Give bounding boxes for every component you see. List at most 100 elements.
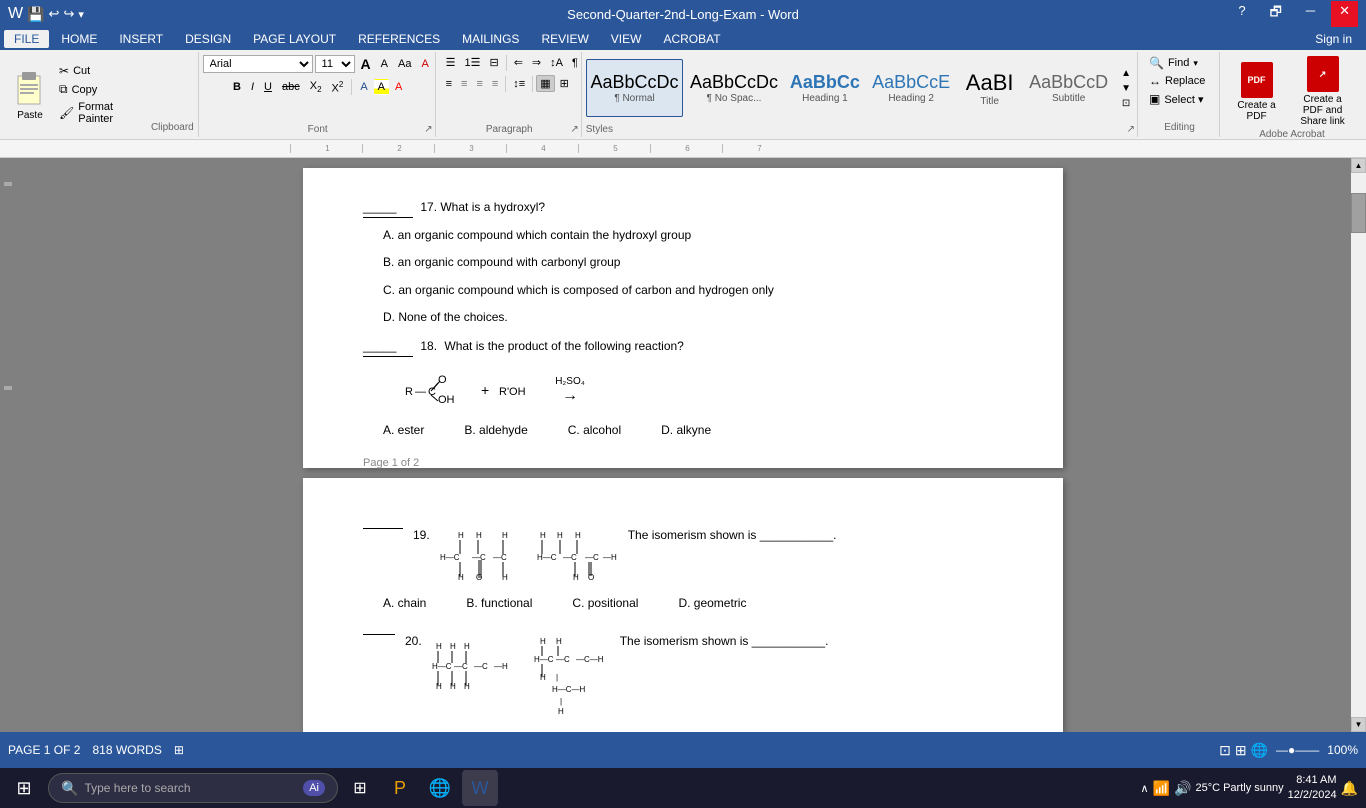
styles-scroll-down[interactable]: ▼: [1117, 81, 1135, 96]
style-normal[interactable]: AaBbCcDc ¶ Normal: [586, 59, 683, 117]
share-link-btn[interactable]: ↗ Create a PDF and Share link: [1289, 54, 1356, 129]
scroll-track[interactable]: [1351, 173, 1366, 717]
scroll-thumb[interactable]: [1351, 193, 1366, 233]
word-taskbar-icon[interactable]: W: [462, 770, 498, 806]
font-shrink-btn[interactable]: A: [377, 56, 392, 72]
start-button[interactable]: ⊞: [4, 768, 44, 808]
font-grow-btn[interactable]: A: [357, 54, 375, 74]
scroll-up-btn[interactable]: ▲: [1351, 158, 1366, 173]
title-bar: W 💾 ↩ ↪ ▾ Second-Quarter-2nd-Long-Exam -…: [0, 0, 1366, 28]
help-btn[interactable]: ?: [1230, 1, 1253, 27]
layout-icon[interactable]: ⊞: [174, 743, 184, 757]
subscript-btn[interactable]: X2: [306, 78, 326, 96]
style-no-spacing[interactable]: AaBbCcDc ¶ No Spac...: [685, 59, 782, 117]
increase-indent-btn[interactable]: ⇒: [528, 54, 545, 71]
align-left-btn[interactable]: ≡: [442, 76, 456, 92]
print-layout-btn[interactable]: ⊡: [1219, 742, 1231, 759]
show-marks-btn[interactable]: ¶: [568, 55, 582, 71]
tab-home[interactable]: HOME: [51, 30, 107, 48]
paste-button[interactable]: Paste: [8, 66, 52, 123]
align-right-btn[interactable]: ≡: [472, 76, 486, 92]
svg-text:H: H: [476, 531, 482, 540]
tab-design[interactable]: DESIGN: [175, 30, 241, 48]
web-layout-btn[interactable]: 🌐: [1251, 742, 1268, 759]
time-display[interactable]: 8:41 AM 12/2/2024: [1288, 773, 1337, 804]
style-heading1[interactable]: AaBbCc Heading 1: [785, 59, 865, 117]
q19-mol1: HH H—C —C —C O HHH: [438, 528, 523, 588]
sign-in-btn[interactable]: Sign in: [1305, 30, 1362, 48]
align-center-btn[interactable]: ≡: [457, 76, 471, 92]
copy-button[interactable]: ⧉ Copy: [56, 81, 147, 98]
plus-sign: +: [481, 382, 489, 398]
justify-btn[interactable]: ≡: [488, 76, 502, 92]
find-btn[interactable]: 🔍 Find ▾: [1146, 54, 1213, 72]
task-view-btn[interactable]: ⊞: [342, 770, 378, 806]
page-container[interactable]: _____ 17. What is a hydroxyl? A. an orga…: [15, 158, 1351, 732]
style-subtitle[interactable]: AaBbCcD Subtitle: [1024, 59, 1113, 117]
bold-btn[interactable]: B: [229, 79, 245, 95]
tab-mailings[interactable]: MAILINGS: [452, 30, 529, 48]
style-title[interactable]: AaBI Title: [957, 59, 1022, 117]
font-group-arrow[interactable]: ↗: [424, 124, 432, 135]
change-case-btn[interactable]: Aa: [394, 56, 415, 72]
chrome-icon[interactable]: 🌐: [422, 770, 458, 806]
sound-icon[interactable]: 🔊: [1174, 780, 1191, 797]
tab-insert[interactable]: INSERT: [109, 30, 173, 48]
italic-btn[interactable]: I: [247, 79, 258, 95]
format-painter-button[interactable]: 🖌 Format Painter: [56, 100, 147, 126]
restore-btn[interactable]: 🗗: [1262, 1, 1290, 27]
line-spacing-btn[interactable]: ↕≡: [509, 76, 529, 92]
styles-scroll-up[interactable]: ▲: [1117, 66, 1135, 81]
font-size-selector[interactable]: 11: [315, 55, 355, 73]
right-scrollbar[interactable]: ▲ ▼: [1351, 158, 1366, 732]
zoom-slider[interactable]: —●——: [1276, 743, 1319, 757]
create-pdf-btn[interactable]: PDF Create a PDF: [1228, 60, 1285, 124]
tab-references[interactable]: REFERENCES: [348, 30, 450, 48]
styles-more[interactable]: ⊡: [1117, 96, 1135, 111]
borders-btn[interactable]: ⊞: [556, 75, 573, 92]
sort-btn[interactable]: ↕A: [546, 55, 567, 71]
superscript-btn[interactable]: X2: [328, 78, 348, 97]
tab-acrobat[interactable]: ACROBAT: [653, 30, 730, 48]
quick-undo-btn[interactable]: ↩: [49, 6, 60, 22]
replace-btn[interactable]: ↔ Replace: [1146, 72, 1213, 90]
font-selector[interactable]: Arial: [203, 55, 313, 73]
tab-review[interactable]: REVIEW: [531, 30, 598, 48]
shading-btn[interactable]: ▦: [536, 75, 554, 92]
underline-btn[interactable]: U: [260, 79, 276, 95]
text-highlight-btn[interactable]: A: [374, 79, 389, 95]
decrease-indent-btn[interactable]: ⇐: [510, 54, 527, 71]
full-reading-btn[interactable]: ⊞: [1235, 742, 1247, 759]
para-group-arrow[interactable]: ↗: [570, 124, 578, 135]
notification-icon[interactable]: 🔔: [1341, 780, 1358, 797]
strikethrough-btn[interactable]: abc: [278, 79, 304, 95]
para-group-label: Paragraph: [438, 124, 581, 135]
styles-group-arrow[interactable]: ↗: [1127, 124, 1135, 135]
quick-customize-btn[interactable]: ▾: [78, 8, 84, 21]
bullets-btn[interactable]: ☰: [442, 54, 460, 71]
page-2[interactable]: 19. HH H—C —C —C O: [303, 478, 1063, 732]
numbering-btn[interactable]: 1☰: [460, 54, 484, 71]
network-icon[interactable]: 📶: [1153, 780, 1170, 797]
tab-file[interactable]: FILE: [4, 30, 49, 48]
minimize-btn[interactable]: ─: [1298, 1, 1323, 27]
multilevel-btn[interactable]: ⊟: [485, 54, 502, 71]
page-1[interactable]: _____ 17. What is a hydroxyl? A. an orga…: [303, 168, 1063, 468]
close-btn[interactable]: ✕: [1331, 1, 1358, 27]
quick-save-btn[interactable]: 💾: [27, 6, 44, 23]
clear-format-btn[interactable]: A: [417, 56, 432, 72]
taskbar-search[interactable]: 🔍 Type here to search Ai: [48, 773, 338, 803]
show-hidden-icons[interactable]: ∧: [1141, 782, 1149, 795]
text-effects-btn[interactable]: A: [356, 79, 371, 95]
ai-label[interactable]: Ai: [303, 780, 325, 796]
scroll-down-btn[interactable]: ▼: [1351, 717, 1366, 732]
style-heading2[interactable]: AaBbCcE Heading 2: [867, 59, 955, 117]
tab-page-layout[interactable]: PAGE LAYOUT: [243, 30, 346, 48]
svg-text:H: H: [558, 707, 564, 716]
pm-icon[interactable]: P: [382, 770, 418, 806]
quick-redo-btn[interactable]: ↪: [63, 6, 74, 22]
select-btn[interactable]: ▣ Select ▾: [1146, 90, 1213, 108]
cut-button[interactable]: ✂ Cut: [56, 63, 147, 79]
font-color-btn[interactable]: A: [391, 79, 406, 95]
tab-view[interactable]: VIEW: [601, 30, 652, 48]
